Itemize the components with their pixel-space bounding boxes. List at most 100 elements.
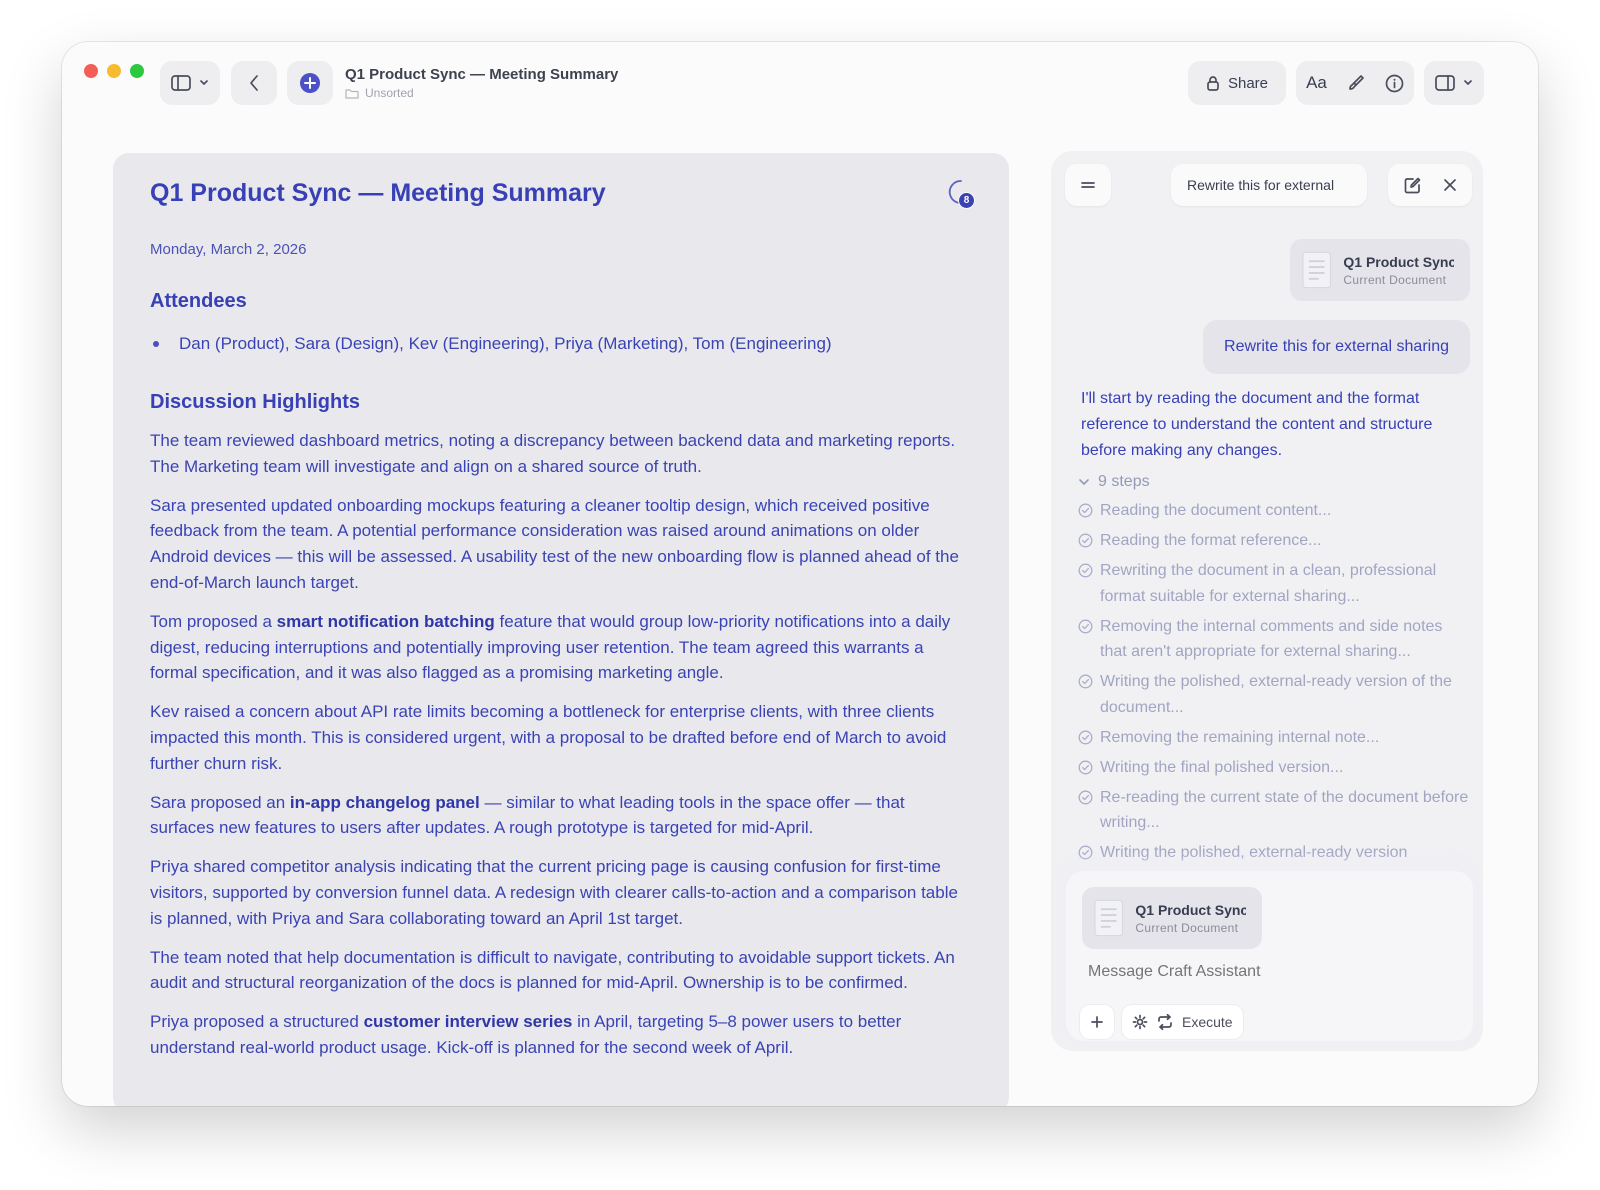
- document-icon: [1302, 251, 1331, 289]
- window-title-block: Q1 Product Sync — Meeting Summary Unsort…: [345, 66, 618, 100]
- sidebar-right-icon: [1435, 75, 1455, 91]
- new-chat-icon[interactable]: [1404, 177, 1421, 194]
- bullet-dot: [153, 341, 159, 347]
- message-input[interactable]: [1088, 963, 1448, 981]
- paragraph[interactable]: Kev raised a concern about API rate limi…: [150, 699, 967, 776]
- message-composer: Q1 Product Sync Current Document Execute: [1066, 871, 1473, 1041]
- folder-name: Unsorted: [365, 86, 414, 100]
- step-item: Removing the remaining internal note...: [1078, 725, 1473, 751]
- step-text: Removing the internal comments and side …: [1100, 617, 1443, 661]
- thread-title-text: Rewrite this for external: [1187, 177, 1335, 193]
- panel-toggle-button[interactable]: [1424, 61, 1484, 105]
- new-document-button[interactable]: [287, 61, 333, 105]
- share-label: Share: [1227, 74, 1269, 92]
- attendees-list-item[interactable]: Dan (Product), Sara (Design), Kev (Engin…: [153, 331, 967, 357]
- info-icon[interactable]: [1385, 74, 1404, 93]
- check-circle-icon: [1078, 730, 1093, 744]
- check-circle-icon: [1078, 674, 1093, 689]
- format-tools-group: Aa: [1296, 61, 1414, 105]
- attachment-subtitle: Current Document: [1343, 272, 1447, 287]
- paragraph[interactable]: The team noted that help documentation i…: [150, 945, 967, 997]
- plus-circle-icon: [300, 73, 320, 93]
- steps-list: Reading the document content... Reading t…: [1078, 498, 1473, 870]
- paragraph[interactable]: Sara proposed an in-app changelog panel …: [150, 790, 967, 842]
- document-icon: [1094, 899, 1123, 937]
- paragraph[interactable]: Priya proposed a structured customer int…: [150, 1009, 967, 1061]
- minimize-window-button[interactable]: [107, 64, 121, 78]
- plus-icon: [1091, 1016, 1103, 1028]
- composer-attachment[interactable]: Q1 Product Sync Current Document: [1082, 887, 1262, 949]
- lock-icon: [1207, 76, 1219, 91]
- window-controls: [84, 64, 144, 78]
- user-message[interactable]: Rewrite this for external sharing: [1203, 320, 1470, 374]
- document-location[interactable]: Unsorted: [345, 86, 618, 100]
- assistant-panel: Rewrite this for external Q1 Product Syn…: [1051, 151, 1483, 1051]
- document-title[interactable]: Q1 Product Sync — Meeting Summary: [150, 179, 967, 208]
- text-run: Sara proposed an: [150, 792, 290, 812]
- back-button[interactable]: [231, 61, 277, 105]
- chevron-down-icon: [1079, 479, 1089, 485]
- step-text: Rewriting the document in a clean, profe…: [1100, 562, 1437, 605]
- attachment-text: Q1 Product Sync Current Document: [1135, 902, 1246, 935]
- step-item: Reading the document content...: [1078, 498, 1473, 524]
- add-attachment-button[interactable]: [1080, 1005, 1114, 1039]
- assistant-response[interactable]: I'll start by reading the document and t…: [1081, 386, 1466, 464]
- attachment-text: Q1 Product Sync Current Document: [1343, 254, 1454, 287]
- thread-title[interactable]: Rewrite this for external: [1171, 164, 1367, 206]
- execute-label: Execute: [1182, 1014, 1233, 1030]
- step-text: Removing the remaining internal note...: [1100, 728, 1380, 746]
- attachment-title: Q1 Product Sync: [1343, 253, 1454, 270]
- panel-actions: [1388, 164, 1472, 206]
- sidebar-toggle-button[interactable]: [160, 61, 220, 105]
- window-title: Q1 Product Sync — Meeting Summary: [345, 66, 619, 83]
- close-window-button[interactable]: [84, 64, 98, 78]
- chevron-down-icon: [1464, 80, 1472, 85]
- paragraph[interactable]: The team reviewed dashboard metrics, not…: [150, 428, 967, 480]
- font-style-button[interactable]: Aa: [1306, 73, 1327, 93]
- attachment-title: Q1 Product Sync: [1135, 901, 1246, 918]
- document-date[interactable]: Monday, March 2, 2026: [150, 241, 967, 258]
- check-circle-icon: [1078, 619, 1093, 633]
- discussion-heading[interactable]: Discussion Highlights: [150, 391, 967, 414]
- attendees-heading[interactable]: Attendees: [150, 290, 967, 313]
- bold-text: smart notification batching: [276, 611, 495, 631]
- document-page[interactable]: Q1 Product Sync — Meeting Summary 8 Mond…: [113, 153, 1009, 1106]
- step-text: Reading the document content...: [1100, 502, 1332, 519]
- thread-list-button[interactable]: [1065, 164, 1111, 206]
- chevron-left-icon: [250, 75, 258, 91]
- app-window: Q1 Product Sync — Meeting Summary Unsort…: [62, 42, 1538, 1106]
- paragraph[interactable]: Priya shared competitor analysis indicat…: [150, 854, 967, 931]
- message-attachment[interactable]: Q1 Product Sync Current Document: [1290, 239, 1470, 301]
- bold-text: in-app changelog panel: [289, 792, 480, 812]
- paragraph[interactable]: Sara presented updated onboarding mockup…: [150, 493, 967, 596]
- paragraph[interactable]: Tom proposed a smart notification batchi…: [150, 609, 967, 686]
- paint-brush-icon[interactable]: [1347, 74, 1365, 92]
- step-item: Rewriting the document in a clean, profe…: [1078, 558, 1473, 609]
- gear-icon: [1132, 1014, 1148, 1030]
- folder-icon: [345, 88, 359, 99]
- check-circle-icon: [1078, 563, 1093, 578]
- comment-count-badge: 8: [958, 192, 975, 209]
- check-circle-icon: [1078, 760, 1093, 774]
- share-button[interactable]: Share: [1188, 61, 1286, 105]
- step-text: Writing the final polished version...: [1100, 758, 1344, 776]
- step-item: Removing the internal comments and side …: [1078, 614, 1473, 665]
- check-circle-icon: [1078, 503, 1093, 518]
- steps-toggle[interactable]: 9 steps: [1078, 473, 1150, 491]
- attachment-subtitle: Current Document: [1135, 920, 1239, 935]
- close-icon[interactable]: [1443, 178, 1457, 192]
- step-text: Reading the format reference...: [1100, 532, 1322, 549]
- steps-count: 9 steps: [1098, 473, 1150, 490]
- zoom-window-button[interactable]: [130, 64, 144, 78]
- execute-mode-button[interactable]: Execute: [1122, 1005, 1243, 1039]
- attendees-text: Dan (Product), Sara (Design), Kev (Engin…: [179, 334, 832, 353]
- check-circle-icon: [1078, 790, 1093, 804]
- chevron-down-icon: [200, 80, 208, 85]
- check-circle-icon: [1078, 845, 1093, 860]
- step-text: Re-reading the current state of the docu…: [1100, 788, 1469, 832]
- step-item: Writing the final polished version...: [1078, 755, 1473, 781]
- text-run: Priya proposed a structured: [150, 1012, 364, 1032]
- step-text: Writing the polished, external-ready ver…: [1100, 673, 1452, 716]
- step-item: Writing the polished, external-ready ver…: [1078, 669, 1473, 720]
- step-item: Writing the polished, external-ready ver…: [1078, 840, 1473, 866]
